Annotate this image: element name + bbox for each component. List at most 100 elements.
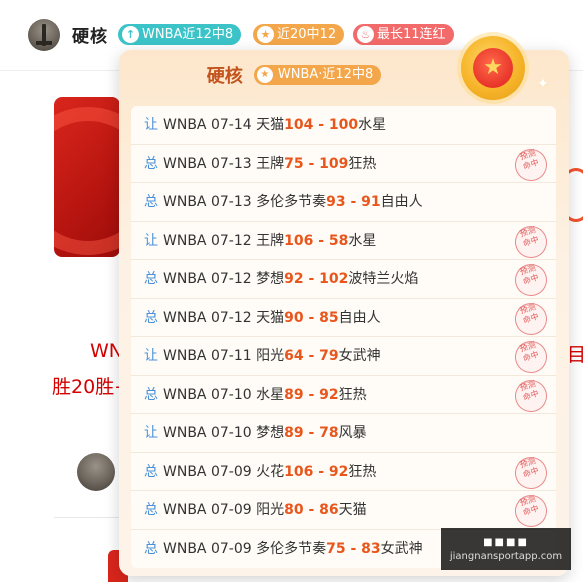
prediction-list: 让 WNBA 07-14 天猫104 - 100水星总 WNBA 07-13 王牌7… xyxy=(131,106,556,568)
away-score: 78 xyxy=(319,425,339,441)
watermark-url: jiangnansportapp.com xyxy=(449,551,563,562)
home-team: 王牌 xyxy=(256,232,285,249)
match-date: 07-14 xyxy=(210,117,252,133)
prediction-text: 总 WNBA 07-09 阳光80 - 86天猫 xyxy=(144,501,367,519)
away-team: 水星 xyxy=(358,117,387,133)
home-score: 80 xyxy=(284,502,304,518)
record-popup: ★ ✦ 硬核 ★ WNBA·近12中8 让 WNBA 07-14 天猫104 - … xyxy=(119,36,569,576)
prediction-row[interactable]: 让 WNBA 07-10 梦想89 - 78风暴 xyxy=(131,414,556,453)
flame-icon: ♨ xyxy=(357,26,374,43)
prediction-text: 总 WNBA 07-09 火花106 - 92狂热 xyxy=(144,463,376,481)
prediction-row[interactable]: 总 WNBA 07-09 阳光80 - 86天猫 预测 命中 xyxy=(131,490,556,532)
arrow-up-icon: ↑ xyxy=(122,26,139,43)
away-team: 自由人 xyxy=(380,194,423,210)
home-team: 水星 xyxy=(256,386,285,403)
tag-label: WNBA近12中8 xyxy=(142,27,234,42)
hit-stamp-icon: 预测 命中 xyxy=(510,221,552,262)
score-separator: - xyxy=(303,348,320,364)
league: WNBA xyxy=(163,117,207,133)
match-date: 07-13 xyxy=(210,194,252,210)
home-team: 火花 xyxy=(256,463,285,480)
star-icon: ★ xyxy=(473,48,513,88)
avatar[interactable] xyxy=(77,453,115,491)
promo-banner[interactable] xyxy=(54,97,120,257)
popup-title-row: 硬核 ★ WNBA·近12中8 xyxy=(119,62,469,90)
score-separator: - xyxy=(313,232,329,249)
away-team: 水星 xyxy=(348,232,377,249)
bet-kind: 让 xyxy=(144,425,158,441)
bet-kind: 总 xyxy=(144,502,158,518)
hit-stamp-icon: 预测 命中 xyxy=(510,452,552,493)
avatar-base-shape xyxy=(36,41,52,45)
bet-kind: 总 xyxy=(144,386,158,403)
away-team: 女武神 xyxy=(338,348,381,364)
home-team: 梦想 xyxy=(256,425,285,441)
away-score: 83 xyxy=(361,540,381,557)
away-score: 109 xyxy=(319,155,349,172)
home-team: 阳光 xyxy=(256,502,285,518)
bet-kind: 让 xyxy=(144,348,158,364)
prediction-text: 让 WNBA 07-10 梦想89 - 78风暴 xyxy=(144,424,367,442)
league: WNBA xyxy=(163,425,207,441)
bet-kind: 让 xyxy=(144,232,158,249)
score-separator: - xyxy=(303,386,320,403)
away-team: 狂热 xyxy=(338,386,367,403)
league: WNBA xyxy=(163,194,207,210)
score-separator: - xyxy=(303,309,320,326)
prediction-text: 让 WNBA 07-11 阳光64 - 79女武神 xyxy=(144,347,381,365)
prediction-text: 总 WNBA 07-10 水星89 - 92狂热 xyxy=(144,386,367,404)
bet-kind: 总 xyxy=(144,271,158,287)
bet-kind: 总 xyxy=(144,540,158,557)
home-team: 阳光 xyxy=(256,348,285,364)
away-team: 狂热 xyxy=(348,463,377,480)
prediction-row[interactable]: 总 WNBA 07-10 水星89 - 92狂热 预测 命中 xyxy=(131,375,556,416)
prediction-text: 总 WNBA 07-13 王牌75 - 109狂热 xyxy=(144,155,376,173)
prediction-row[interactable]: 总 WNBA 07-12 天猫90 - 85自由人 预测 命中 xyxy=(131,298,556,339)
league: WNBA xyxy=(163,386,207,403)
league: WNBA xyxy=(163,309,207,326)
prediction-row[interactable]: 总 WNBA 07-13 王牌75 - 109狂热 预测 命中 xyxy=(131,144,556,185)
streak-tag-longest[interactable]: ♨ 最长11连红 xyxy=(353,24,454,45)
prediction-text: 让 WNBA 07-12 王牌106 - 58水星 xyxy=(144,232,376,250)
away-score: 79 xyxy=(319,348,339,364)
prediction-row[interactable]: 让 WNBA 07-11 阳光64 - 79女武神 预测 命中 xyxy=(131,336,556,378)
match-date: 07-10 xyxy=(210,425,252,441)
home-team: 多伦多节奏 xyxy=(256,540,327,557)
away-score: 85 xyxy=(319,309,339,326)
watermark: ■■■■ jiangnansportapp.com xyxy=(441,528,571,570)
streak-tag-wnba[interactable]: ↑ WNBA近12中8 xyxy=(118,24,242,45)
hit-stamp-icon: 预测 命中 xyxy=(510,336,552,378)
bet-kind: 总 xyxy=(144,194,158,210)
away-score: 58 xyxy=(328,232,349,249)
home-score: 106 xyxy=(284,232,314,249)
bet-kind: 总 xyxy=(144,463,158,480)
prediction-row[interactable]: 让 WNBA 07-14 天猫104 - 100水星 xyxy=(131,106,556,145)
hit-stamp-icon: 预测 命中 xyxy=(510,375,552,416)
prediction-row[interactable]: 总 WNBA 07-12 梦想92 - 102波特兰火焰 预测 命中 xyxy=(131,259,556,301)
popup-username: 硬核 xyxy=(206,66,243,87)
prediction-row[interactable]: 让 WNBA 07-12 王牌106 - 58水星 预测 命中 xyxy=(131,221,556,262)
prediction-row[interactable]: 总 WNBA 07-09 火花106 - 92狂热 预测 命中 xyxy=(131,452,556,493)
prediction-row[interactable]: 总 WNBA 07-13 多伦多节奏93 - 91自由人 xyxy=(131,183,556,222)
home-score: 93 xyxy=(326,194,346,210)
match-date: 07-11 xyxy=(210,348,252,364)
league: WNBA xyxy=(163,232,207,249)
away-team: 自由人 xyxy=(338,309,381,326)
away-team: 狂热 xyxy=(348,155,377,172)
score-separator: - xyxy=(303,155,320,172)
hit-stamp-icon: 预测 命中 xyxy=(510,490,552,532)
match-date: 07-12 xyxy=(210,232,252,249)
score-separator: - xyxy=(303,425,320,441)
match-date: 07-13 xyxy=(210,155,252,172)
home-score: 92 xyxy=(284,271,304,287)
streak-tag-recent20[interactable]: ★ 近20中12 xyxy=(253,24,345,45)
username[interactable]: 硬核 xyxy=(72,22,108,47)
away-score: 102 xyxy=(319,271,349,287)
score-separator: - xyxy=(303,271,320,287)
score-separator: - xyxy=(345,194,362,210)
avatar[interactable] xyxy=(28,19,60,51)
home-score: 75 xyxy=(284,155,304,172)
league: WNBA xyxy=(163,463,207,480)
prediction-text: 总 WNBA 07-09 多伦多节奏75 - 83女武神 xyxy=(144,540,423,558)
match-date: 07-09 xyxy=(210,540,252,557)
